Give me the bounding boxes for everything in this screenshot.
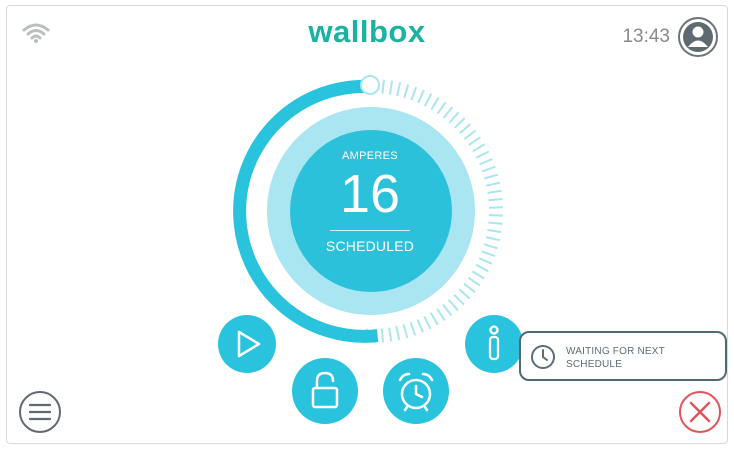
dial-tick xyxy=(448,111,460,124)
schedule-button[interactable] xyxy=(383,358,449,424)
info-button[interactable] xyxy=(465,315,523,373)
dial-tick xyxy=(479,158,493,166)
dial-tick xyxy=(488,221,503,225)
dial-tick xyxy=(488,214,503,217)
status-message-text: WAITING FOR NEXT SCHEDULE xyxy=(566,345,716,371)
play-button[interactable] xyxy=(218,315,276,373)
dial-tick xyxy=(463,282,476,294)
dial-tick xyxy=(453,117,466,129)
dial-tick xyxy=(436,308,446,321)
dial-tick xyxy=(436,101,447,115)
dial-tick xyxy=(381,79,385,94)
dial-tick xyxy=(468,136,481,146)
dial-tick xyxy=(447,299,459,311)
dial-tick xyxy=(458,288,471,300)
dial-tick xyxy=(472,143,486,153)
dial-tick xyxy=(410,86,418,101)
dial-tick xyxy=(487,228,502,234)
amperes-value: 16 xyxy=(339,164,401,224)
dial-tick xyxy=(424,93,433,107)
dial-tick xyxy=(417,89,425,104)
dial-tick xyxy=(416,319,424,333)
dial-handle[interactable] xyxy=(360,75,380,95)
dial-tick xyxy=(484,173,499,180)
unlock-button[interactable] xyxy=(292,358,358,424)
dial-tick xyxy=(409,321,417,336)
dial-tick xyxy=(471,270,485,280)
dial-tick xyxy=(481,250,496,258)
dial-tick xyxy=(442,303,453,317)
dial-tick xyxy=(475,150,490,159)
amperes-divider xyxy=(330,230,410,231)
close-icon[interactable] xyxy=(678,390,722,434)
status-message-line1: WAITING FOR NEXT xyxy=(566,346,665,357)
dial-tick xyxy=(380,328,384,343)
user-avatar-icon[interactable] xyxy=(677,16,719,58)
dial-tick xyxy=(453,293,465,306)
dial-tick xyxy=(459,123,471,135)
dial-tick xyxy=(475,264,489,273)
status-message-line2: SCHEDULE xyxy=(566,359,623,370)
dial-tick xyxy=(430,97,440,111)
hamburger-menu-icon[interactable] xyxy=(18,390,62,434)
dial-tick xyxy=(483,243,498,250)
dial-tick xyxy=(485,181,501,187)
dial-tick xyxy=(402,324,409,339)
dial-tick xyxy=(478,257,493,265)
dial-tick xyxy=(396,82,402,97)
dial-tick xyxy=(395,325,401,341)
dial-tick xyxy=(423,315,432,330)
dial-tick xyxy=(488,198,503,202)
dial-tick xyxy=(485,236,500,242)
dial-tick xyxy=(487,189,502,194)
clock-icon xyxy=(531,345,555,369)
dial-tick xyxy=(403,84,410,99)
dial-tick xyxy=(388,80,394,95)
dial-tick xyxy=(429,312,439,326)
dial-tick xyxy=(442,106,454,119)
amperes-label: AMPERES xyxy=(342,150,398,162)
charge-status-label: SCHEDULED xyxy=(325,238,415,254)
dial-tick xyxy=(481,165,496,173)
status-message-box: WAITING FOR NEXT SCHEDULE xyxy=(519,331,727,381)
time-display: 13:43 xyxy=(622,26,670,47)
dial-tick xyxy=(388,327,393,342)
dial-tick xyxy=(467,276,481,287)
dial-tick xyxy=(463,129,477,140)
